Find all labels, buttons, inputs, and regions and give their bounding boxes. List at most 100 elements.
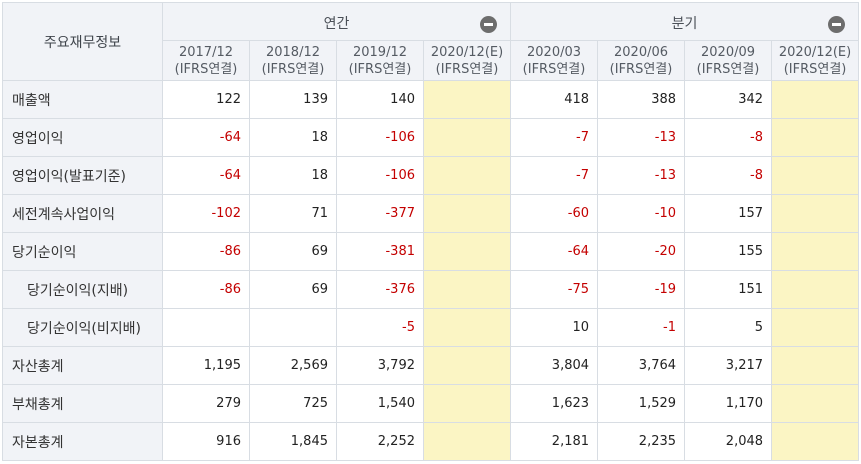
value-cell: -19 [597,270,686,309]
row-label: 당기순이익(비지배) [2,308,163,347]
estimate-cell [422,232,512,271]
value-cell: -8 [684,118,773,157]
value-cell: 342 [684,80,773,119]
value-cell: 418 [510,80,599,119]
table-row: 자산총계 1,195 2,569 3,792 3,804 3,764 3,217 [2,346,860,385]
value-cell: 155 [684,232,773,271]
value-cell: -60 [510,194,599,233]
estimate-cell [771,80,860,119]
table-row: 당기순이익(지배) -86 69 -376 -75 -19 151 [2,270,860,309]
value-cell: 69 [249,270,337,309]
value-cell: 3,217 [684,346,773,385]
estimate-cell [422,80,512,119]
value-cell: -13 [597,156,686,195]
table-row: 당기순이익(비지배) -5 10 -1 5 [2,308,860,347]
value-cell [249,308,337,347]
value-cell: 388 [597,80,686,119]
estimate-cell [771,156,860,195]
value-cell: -10 [597,194,686,233]
column-header: 2019/12 (IFRS연결) [336,40,424,81]
column-period: 2020/09 [701,44,756,60]
table-row: 매출액 122 139 140 418 388 342 [2,80,860,119]
estimate-cell [771,118,860,157]
financial-summary-table: 주요재무정보 연간 분기 2017/12 (IFRS연결) 2018/12 (IFRS… [2,2,860,461]
value-cell: 1,170 [684,384,773,423]
column-basis: (IFRS연결) [174,61,238,77]
column-basis: (IFRS연결) [696,61,760,77]
row-label: 매출액 [2,80,163,119]
value-cell: -7 [510,156,599,195]
value-cell: 1,529 [597,384,686,423]
column-period: 2020/06 [614,44,669,60]
value-cell: 916 [162,422,250,461]
value-cell: 139 [249,80,337,119]
value-cell: -86 [162,270,250,309]
value-cell: -20 [597,232,686,271]
value-cell: 151 [684,270,773,309]
row-label: 세전계속사업이익 [2,194,163,233]
estimate-cell [422,194,512,233]
row-label: 영업이익(발표기준) [2,156,163,195]
value-cell: 3,804 [510,346,599,385]
value-cell: 1,845 [249,422,337,461]
table-row: 당기순이익 -86 69 -381 -64 -20 155 [2,232,860,271]
column-header: 2020/06 (IFRS연결) [597,40,686,81]
table-body: 매출액 122 139 140 418 388 342 영업이익 -64 18 -106 -7 -13-… [2,80,860,461]
estimate-cell [771,384,860,423]
estimate-cell [422,118,512,157]
row-label: 당기순이익 [2,232,163,271]
value-cell: 18 [249,118,337,157]
corner-header: 주요재무정보 [2,2,163,81]
value-cell: 5 [684,308,773,347]
estimate-cell [771,270,860,309]
table-row: 부채총계 279 725 1,540 1,623 1,529 1,170 [2,384,860,423]
value-cell: -376 [336,270,424,309]
column-header: 2020/12(E) (IFRS연결) [771,40,860,81]
value-cell: 2,569 [249,346,337,385]
row-label: 당기순이익(지배) [2,270,163,309]
value-cell: -64 [162,118,250,157]
annual-collapse-minus-icon[interactable] [480,16,498,33]
estimate-cell [422,308,512,347]
column-period: 2017/12 [178,44,233,60]
value-cell: 2,048 [684,422,773,461]
value-cell: -381 [336,232,424,271]
column-header: 2018/12 (IFRS연결) [249,40,337,81]
column-header: 2017/12 (IFRS연결) [162,40,250,81]
estimate-cell [422,346,512,385]
column-basis: (IFRS연결) [783,61,847,77]
column-basis: (IFRS연결) [522,61,586,77]
annual-group-label: 연간 [323,15,350,32]
column-period: 2020/12(E) [778,44,852,60]
estimate-cell [422,156,512,195]
value-cell: 2,235 [597,422,686,461]
value-cell: -5 [336,308,424,347]
value-cell: -106 [336,118,424,157]
table-row: 세전계속사업이익 -102 71 -377 -60 -10 157 [2,194,860,233]
estimate-cell [771,422,860,461]
column-period: 2018/12 [265,44,320,60]
value-cell: -102 [162,194,250,233]
value-cell: -1 [597,308,686,347]
value-cell: 2,181 [510,422,599,461]
value-cell: 71 [249,194,337,233]
column-basis: (IFRS연결) [435,61,499,77]
quarter-group-label: 분기 [671,15,698,32]
estimate-cell [771,232,860,271]
value-cell: 69 [249,232,337,271]
value-cell: -106 [336,156,424,195]
value-cell: -64 [162,156,250,195]
value-cell: 3,792 [336,346,424,385]
estimate-cell [771,308,860,347]
value-cell: -13 [597,118,686,157]
column-basis: (IFRS연결) [348,61,412,77]
column-basis: (IFRS연결) [609,61,673,77]
value-cell: -86 [162,232,250,271]
estimate-cell [422,270,512,309]
column-period: 2019/12 [352,44,407,60]
value-cell: -377 [336,194,424,233]
row-label: 영업이익 [2,118,163,157]
value-cell: 10 [510,308,599,347]
value-cell: 1,540 [336,384,424,423]
quarter-collapse-minus-icon[interactable] [828,16,846,33]
